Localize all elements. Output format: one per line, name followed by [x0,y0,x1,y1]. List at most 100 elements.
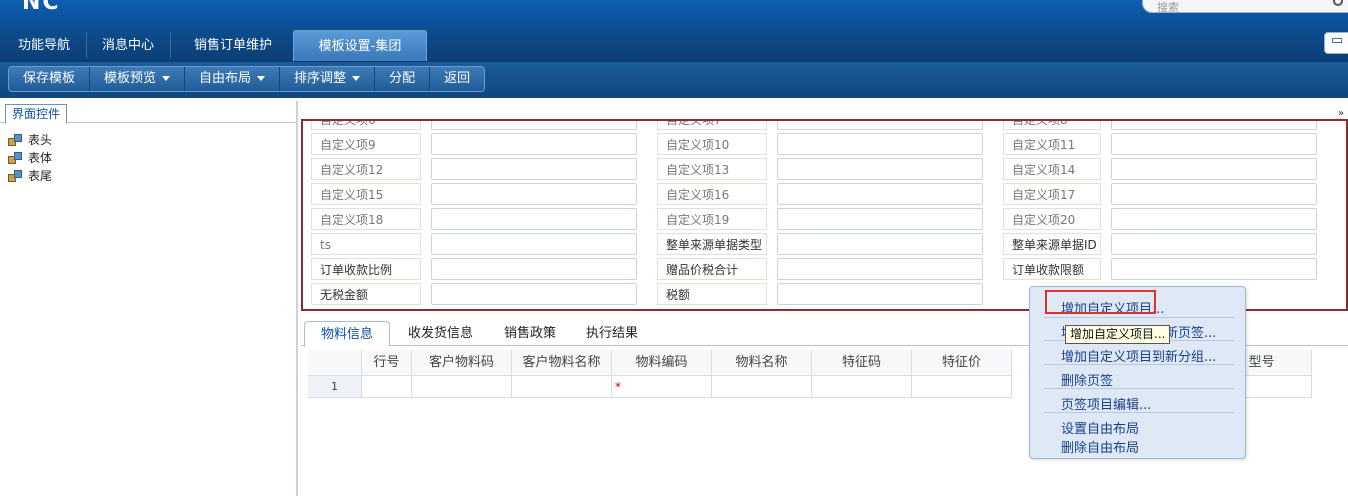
toolbar: 保存模板 模板预览 自由布局 排序调整 分配 返回 [0,62,1348,98]
form-field-label: 自定义项17 [1003,183,1101,205]
component-icon [8,133,24,147]
form-field-input[interactable] [431,233,637,255]
form-field-input[interactable] [431,133,637,155]
component-icon [8,151,24,165]
form-field-input[interactable] [431,158,637,180]
form-field-label: 自定义项20 [1003,208,1101,230]
form-field-input[interactable] [777,133,983,155]
form-field-input[interactable] [1111,208,1317,230]
form-field-input[interactable] [431,208,637,230]
table-cell[interactable]: * [612,376,712,398]
form-field-input[interactable] [777,258,983,280]
form-field-input[interactable] [777,121,983,130]
form-field-input[interactable] [777,283,983,305]
collapse-icon[interactable]: » [1338,108,1344,119]
tree-item-body[interactable]: 表体 [8,149,296,167]
form-field-label: 自定义项16 [657,183,767,205]
table-cell[interactable] [512,376,612,398]
menu-divider [1044,412,1234,413]
column-header[interactable]: 客户物料名称 [512,350,612,376]
panel-header: 界面控件 [0,101,296,124]
form-field-label: 自定义项7 [657,121,767,130]
table-cell[interactable] [412,376,512,398]
save-template-button[interactable]: 保存模板 [9,67,91,91]
menu-item-edit-tab-items[interactable]: 页签项目编辑... [1061,394,1151,413]
form-field-input[interactable] [431,121,637,130]
menu-item-add-custom-new-group[interactable]: 增加自定义项目到新分组... [1061,346,1216,365]
toolbar-button-group: 保存模板 模板预览 自由布局 排序调整 分配 返回 [8,66,486,92]
menu-item-delete-free-layout[interactable]: 删除自由布局 [1061,437,1139,456]
chevron-down-icon [162,76,171,81]
tree-item-header[interactable]: 表头 [8,131,296,149]
search-input[interactable]: 搜索 [1142,0,1348,14]
form-field-input[interactable] [1111,121,1317,130]
tab-sales-order[interactable]: 销售订单维护 [178,30,288,61]
tab-message-center[interactable]: 消息中心 [90,30,166,61]
form-field-input[interactable] [777,183,983,205]
tab-ui-controls[interactable]: 界面控件 [5,104,68,124]
form-field-input[interactable] [1111,183,1317,205]
row-number: 1 [308,376,362,398]
table-cell[interactable] [912,376,1012,398]
menu-item-delete-tab[interactable]: 删除页签 [1061,370,1113,389]
table-cell[interactable] [362,376,412,398]
sort-adjust-button[interactable]: 排序调整 [280,67,376,91]
tab-shipping-info[interactable]: 收发货信息 [392,322,489,346]
form-field-input[interactable] [1111,258,1317,280]
free-layout-button[interactable]: 自由布局 [185,67,281,91]
tab-execution-result[interactable]: 执行结果 [570,322,654,346]
column-header[interactable]: 行号 [362,350,412,376]
form-field-input[interactable] [777,208,983,230]
form-field-label: 自定义项11 [1003,133,1101,155]
form-field-label: 自定义项14 [1003,158,1101,180]
template-preview-button[interactable]: 模板预览 [90,67,186,91]
function-tabs-bar: 功能导航 消息中心 销售订单维护 模板设置-集团 [0,26,1348,62]
tree-item-footer[interactable]: 表尾 [8,167,296,185]
form-field-input[interactable] [777,233,983,255]
form-field-input[interactable] [1111,158,1317,180]
back-button[interactable]: 返回 [430,67,484,91]
component-icon [8,169,24,183]
back-label: 返回 [444,71,471,86]
form-field-input[interactable] [431,183,637,205]
tab-template-settings[interactable]: 模板设置-集团 [293,30,427,61]
tree-item-label: 表体 [28,151,53,165]
table-cell[interactable] [812,376,912,398]
form-field-input[interactable] [1111,233,1317,255]
tab-divider [86,32,87,58]
form-field-label: 订单收款限额 [1003,258,1101,280]
tab-material-info[interactable]: 物料信息 [304,321,391,347]
tab-divider [170,32,171,58]
form-field-label: 赠品价税合计 [657,258,767,280]
assign-button[interactable]: 分配 [375,67,431,91]
form-field-label: 自定义项6 [311,121,421,130]
form-field-label: 自定义项9 [311,133,421,155]
menu-item-set-free-layout[interactable]: 设置自由布局 [1061,418,1139,437]
highlight-box [1045,290,1156,314]
column-header[interactable]: 特征价 [912,350,1012,376]
table-cell[interactable] [712,376,812,398]
form-field-input[interactable] [431,258,637,280]
tab-sales-policy[interactable]: 销售政策 [488,322,572,346]
controls-tree: 表头 表体 表尾 [0,123,296,185]
form-field-input[interactable] [777,158,983,180]
form-field-label: 自定义项19 [657,208,767,230]
form-field-input[interactable] [1111,133,1317,155]
tree-item-label: 表尾 [28,169,53,183]
ui-controls-panel: 界面控件 表头 表体 表尾 [0,101,298,496]
sort-adjust-label: 排序调整 [294,71,347,86]
tab-function-nav[interactable]: 功能导航 [8,30,80,61]
form-field-label: ts [311,233,421,255]
top-header: NC 搜索 [0,0,1348,26]
form-field-input[interactable] [431,283,637,305]
restore-window-icon[interactable]: ▭ [1324,32,1348,54]
column-header[interactable]: 特征码 [812,350,912,376]
assign-label: 分配 [389,71,416,86]
save-template-label: 保存模板 [23,71,76,86]
chevron-down-icon [257,76,266,81]
form-field-label: 自定义项8 [1003,121,1101,130]
column-header[interactable]: 物料名称 [712,350,812,376]
header-form-section[interactable]: 自定义项6 自定义项7 自定义项8 自定义项9 自定义项10 自定义项11 自定义项12 自定… [301,119,1348,311]
column-header[interactable]: 客户物料码 [412,350,512,376]
column-header[interactable]: 物料编码 [612,350,712,376]
